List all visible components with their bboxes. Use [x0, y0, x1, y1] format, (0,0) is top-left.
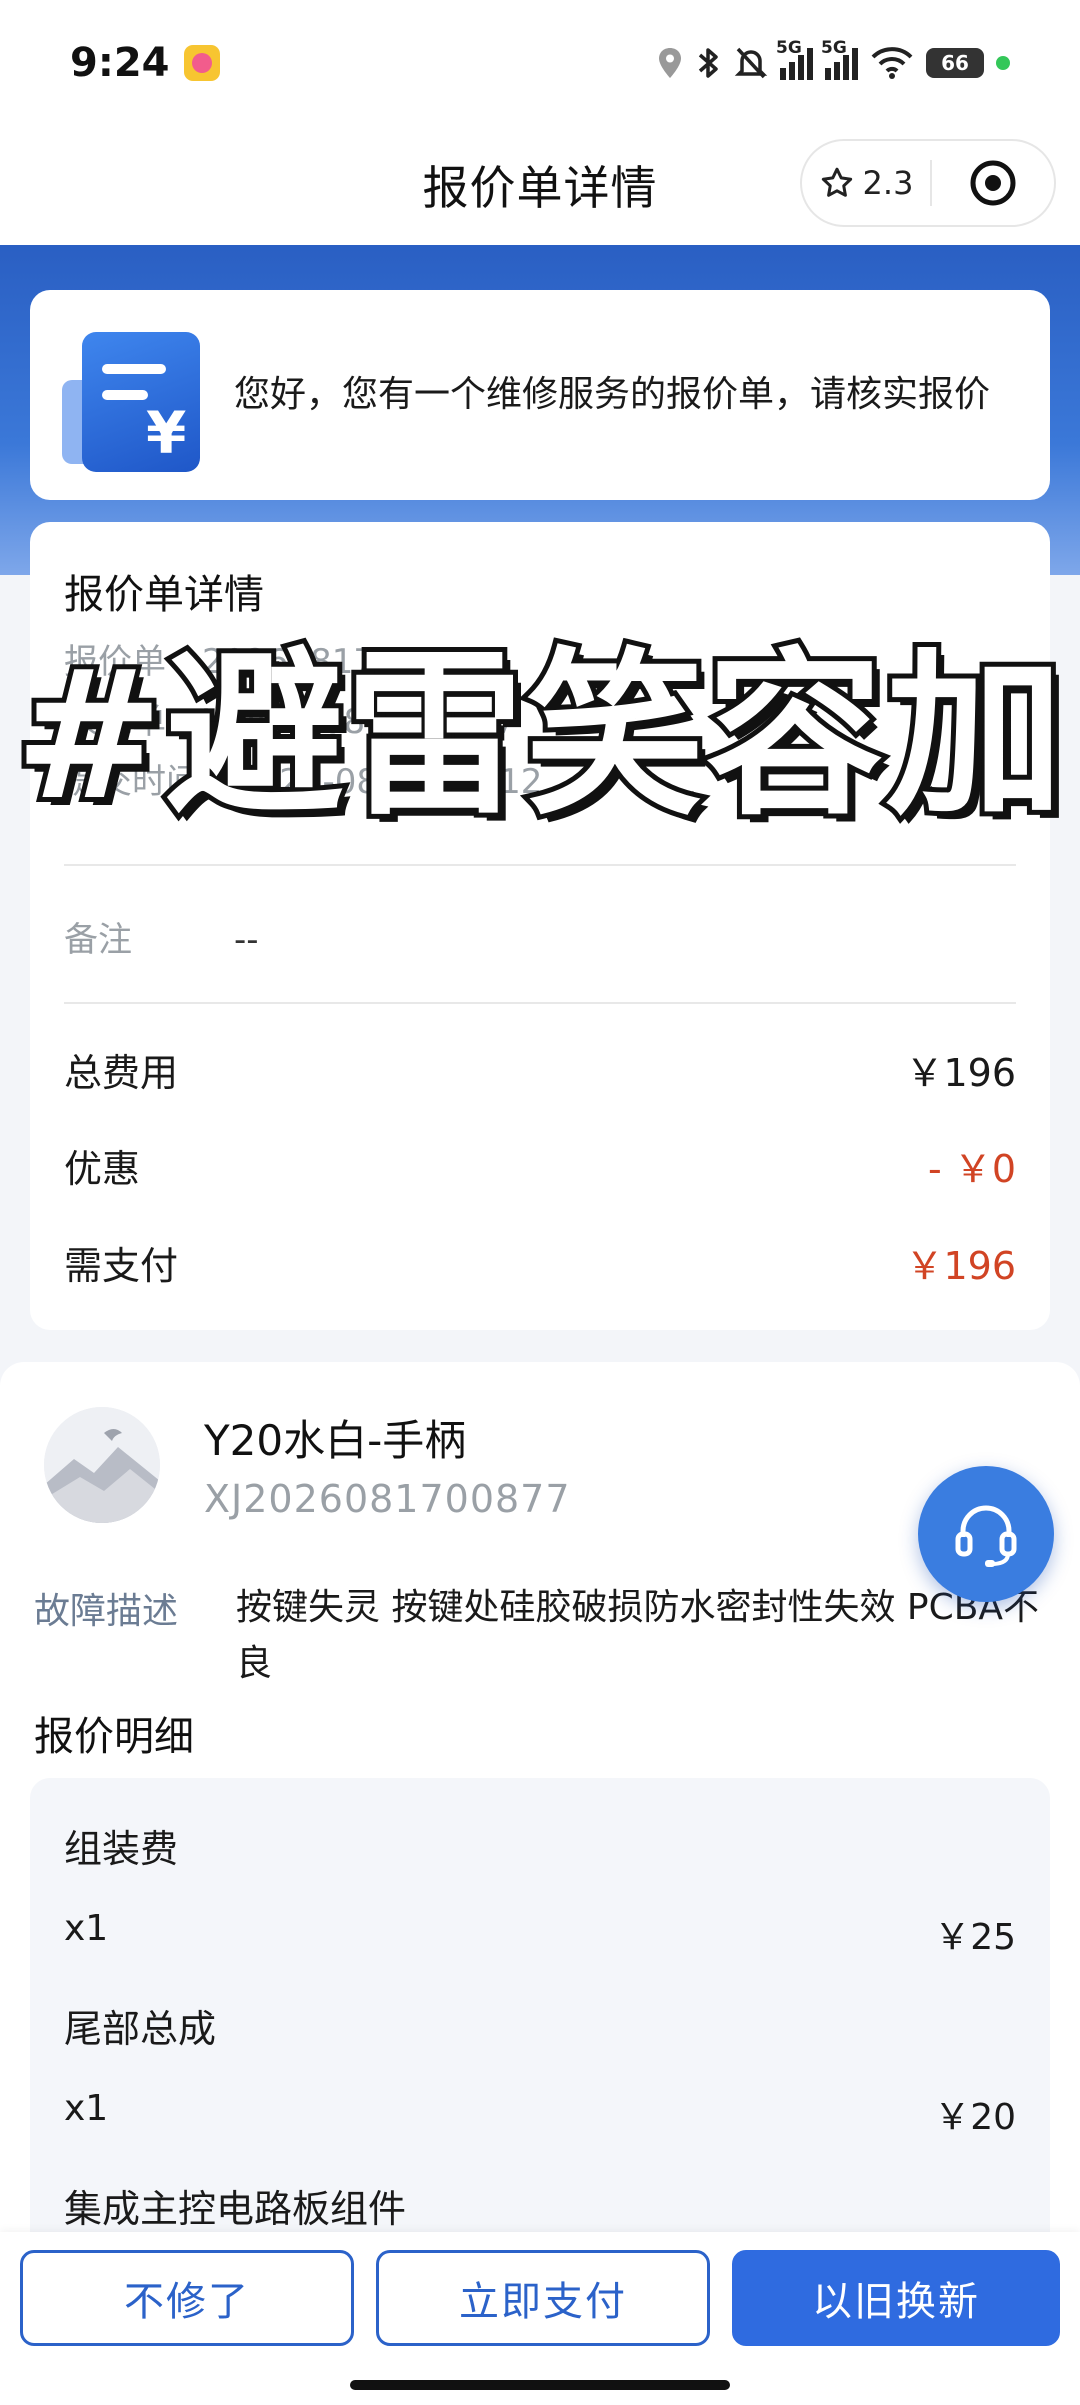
remark-value: --: [234, 920, 259, 960]
item-price: ￥25: [934, 1917, 1016, 1958]
privacy-indicator-dot: [996, 55, 1010, 70]
remark-row: 备注 --: [64, 912, 259, 961]
cancel-repair-button[interactable]: 不修了: [20, 2250, 354, 2346]
item-qty: x1: [64, 1908, 109, 1949]
pay-row: 需支付 ￥196: [64, 1235, 1016, 1290]
item-name: 组装费: [64, 1827, 179, 1871]
page-header: 报价单详情 2.3: [0, 125, 1080, 245]
total-row: 总费用 ￥196: [64, 1042, 1016, 1097]
item-qty: x1: [64, 2088, 109, 2129]
miniapp-capsule: 2.3: [800, 139, 1056, 227]
status-time: 9:24: [70, 39, 170, 86]
discount-value: - ￥0: [928, 1147, 1016, 1191]
star-icon: [821, 167, 852, 197]
page-title: 报价单详情: [422, 161, 658, 215]
headset-icon: [955, 1505, 1017, 1567]
discount-row: 优惠 - ￥0: [64, 1138, 1016, 1193]
wifi-icon: [871, 46, 913, 79]
signal-icon: 5G: [776, 38, 813, 80]
notice-card: ¥ 您好，您有一个维修服务的报价单，请核实报价: [30, 290, 1050, 500]
product-name: Y20水白-手柄: [204, 1416, 467, 1465]
status-bar: 9:24 5G 5G 66: [0, 0, 1080, 125]
battery-icon: 66: [926, 47, 984, 78]
screen: 9:24 5G 5G 66 报价单详情 2.3 ¥ 您好，您有一个维修服务的报价…: [0, 0, 1080, 2405]
close-miniapp-button[interactable]: [932, 158, 1054, 208]
rating-value: 2.3: [862, 164, 914, 202]
target-icon: [970, 160, 1016, 206]
mute-bell-icon: [734, 47, 768, 78]
trade-in-button[interactable]: 以旧换新: [732, 2250, 1060, 2346]
rating-button[interactable]: 2.3: [802, 164, 930, 202]
overlay-watermark-text: #避雷笑容加: [9, 627, 1068, 844]
pay-value: ￥196: [905, 1244, 1016, 1288]
fault-label: 故障描述: [34, 1591, 179, 1632]
bottom-action-bar: 不修了 立即支付 以旧换新: [0, 2232, 1080, 2405]
remark-label: 备注: [64, 920, 132, 960]
product-code: XJ2026081700877: [204, 1477, 571, 1521]
product-image: [44, 1407, 160, 1523]
item-name: 尾部总成: [64, 2007, 217, 2051]
pay-label: 需支付: [64, 1244, 179, 1288]
divider: [64, 864, 1016, 866]
customer-service-button[interactable]: [918, 1466, 1054, 1602]
item-qty-price-row: x1 ￥20: [64, 2088, 1016, 2140]
app-notification-icon: [183, 44, 220, 81]
divider: [64, 1002, 1016, 1004]
fault-description: 按键失灵 按键处硅胶破损防水密封性失效 PCBA不良: [236, 1587, 1040, 1684]
notice-text: 您好，您有一个维修服务的报价单，请核实报价: [234, 374, 991, 415]
signal-icon-2: 5G: [821, 38, 858, 80]
discount-label: 优惠: [64, 1147, 141, 1191]
quote-document-icon: ¥: [60, 320, 210, 472]
pay-now-button[interactable]: 立即支付: [376, 2250, 710, 2346]
total-label: 总费用: [64, 1051, 179, 1095]
item-name: 集成主控电路板组件: [64, 2187, 407, 2231]
quote-items-title: 报价明细: [34, 1714, 194, 1760]
item-qty-price-row: x1 ￥25: [64, 1908, 1016, 1960]
item-price: ￥20: [934, 2097, 1016, 2138]
total-value: ￥196: [905, 1051, 1016, 1095]
home-indicator[interactable]: [350, 2380, 730, 2390]
bluetooth-icon: [698, 47, 718, 78]
location-icon: [659, 47, 681, 78]
